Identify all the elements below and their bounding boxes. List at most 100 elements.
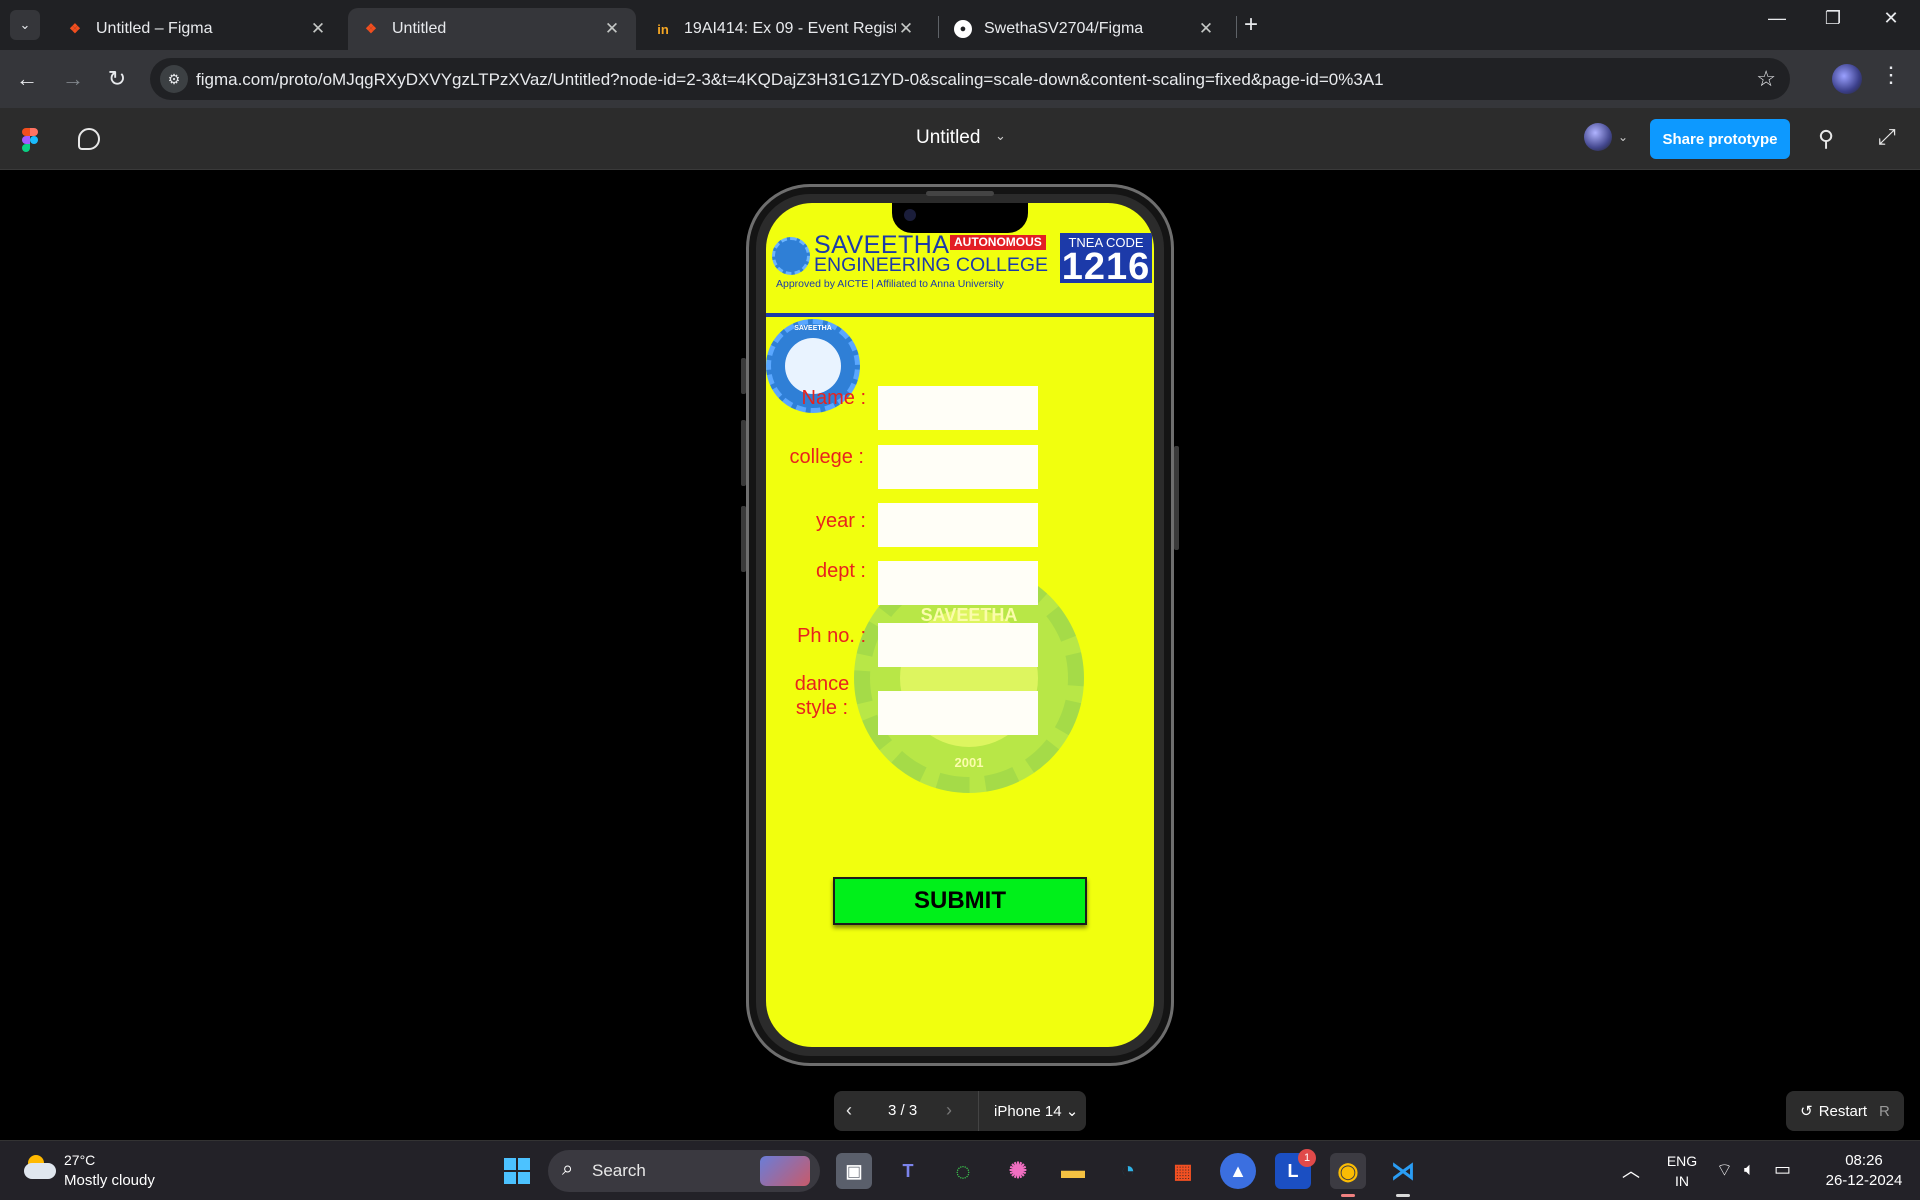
address-bar[interactable]: ⚙ figma.com/proto/oMJqgRXyDXVYgzLTPzXVaz… bbox=[150, 58, 1790, 100]
chevron-down-icon: ⌄ bbox=[1065, 1103, 1079, 1120]
running-app-indicator bbox=[1396, 1194, 1410, 1197]
search-icon: ⌕ bbox=[562, 1158, 574, 1180]
in-icon: in bbox=[657, 21, 669, 37]
app-triangle-icon[interactable]: ▲ bbox=[1220, 1153, 1256, 1189]
site-settings-icon[interactable]: ⚙ bbox=[160, 65, 188, 93]
submit-button[interactable]: SUBMIT bbox=[833, 877, 1087, 925]
autonomous-badge: AUTONOMOUS bbox=[950, 235, 1046, 250]
file-explorer-icon[interactable]: ▬ bbox=[1055, 1153, 1091, 1189]
college-field[interactable] bbox=[878, 445, 1038, 489]
tab-untitled-prototype[interactable]: ❖ Untitled ✕ bbox=[348, 8, 636, 50]
search-label: Search bbox=[592, 1161, 646, 1180]
frame-counter: 3 / 3 bbox=[888, 1102, 918, 1119]
dance-style-field[interactable] bbox=[878, 691, 1038, 735]
copilot-icon[interactable]: ✺ bbox=[1000, 1153, 1036, 1189]
browser-toolbar: ← → ↻ ⚙ figma.com/proto/oMJqgRXyDXVYgzLT… bbox=[0, 50, 1920, 108]
restart-button[interactable]: ↺ Restart R bbox=[1786, 1091, 1904, 1131]
github-icon: ● bbox=[954, 20, 972, 38]
task-view-icon[interactable]: ▣ bbox=[836, 1153, 872, 1189]
close-icon[interactable]: ✕ bbox=[308, 19, 328, 39]
tab-github[interactable]: ● SwethaSV2704/Figma ✕ bbox=[940, 8, 1230, 50]
viewer-avatar[interactable] bbox=[1584, 123, 1612, 151]
tab-event-registration[interactable]: in 19AI414: Ex 09 - Event Registrat ✕ bbox=[640, 8, 930, 50]
more-menu-icon[interactable]: ⋮ bbox=[1880, 62, 1902, 88]
new-tab-button[interactable]: + bbox=[1244, 11, 1258, 39]
profile-avatar[interactable] bbox=[1832, 64, 1862, 94]
windows-start-icon[interactable] bbox=[499, 1153, 535, 1189]
restart-label: Restart bbox=[1818, 1102, 1868, 1120]
phone-notch bbox=[892, 203, 1028, 233]
language-indicator[interactable]: ENG IN bbox=[1664, 1151, 1700, 1191]
phone-speaker bbox=[926, 191, 994, 196]
phone-screen: SAVEETHA AUTONOMOUS ENGINEERING COLLEGE … bbox=[766, 203, 1154, 1047]
fullscreen-icon[interactable]: ⤢ bbox=[1878, 124, 1896, 150]
weather-temperature[interactable]: 27°C bbox=[64, 1152, 95, 1168]
college-label: college : bbox=[789, 446, 865, 468]
forward-arrow-icon[interactable]: → bbox=[58, 64, 88, 94]
dept-label: dept : bbox=[815, 560, 866, 582]
figma-logo-icon[interactable] bbox=[22, 128, 38, 152]
year-label: year : bbox=[815, 510, 866, 532]
edge-icon[interactable]: ◔ bbox=[1110, 1153, 1146, 1189]
chevron-down-icon[interactable]: ⌄ bbox=[995, 128, 1006, 144]
store-icon[interactable]: ▦ bbox=[1165, 1153, 1201, 1189]
volume-icon[interactable]: 🔈︎ bbox=[1744, 1159, 1755, 1180]
tab-search-button[interactable]: ⌄ bbox=[10, 10, 40, 40]
chevron-right-icon[interactable]: › bbox=[946, 1100, 952, 1121]
dept-field[interactable] bbox=[878, 561, 1038, 605]
tab-title: Untitled bbox=[392, 20, 447, 37]
chrome-icon[interactable]: ◉ bbox=[1330, 1153, 1366, 1189]
chevron-down-icon[interactable]: ⌄ bbox=[1618, 130, 1628, 144]
tab-title: SwethaSV2704/Figma bbox=[984, 20, 1144, 37]
vscode-icon[interactable]: ⋊ bbox=[1385, 1153, 1421, 1189]
close-icon[interactable]: ✕ bbox=[602, 19, 622, 39]
reload-icon[interactable]: ↻ bbox=[102, 64, 132, 94]
document-title[interactable]: Untitled bbox=[916, 127, 980, 149]
emblem-text: SAVEETHA bbox=[794, 325, 832, 332]
wifi-icon[interactable]: ⌔ bbox=[1716, 1159, 1733, 1182]
taskbar-search[interactable]: ⌕ Search bbox=[548, 1150, 820, 1192]
settings-sliders-icon[interactable]: ⚲ bbox=[1818, 126, 1834, 152]
chevron-left-icon[interactable]: ‹ bbox=[846, 1100, 852, 1121]
name-field[interactable] bbox=[878, 386, 1038, 430]
search-highlight-icon bbox=[760, 1156, 810, 1186]
weather-condition[interactable]: Mostly cloudy bbox=[64, 1172, 155, 1189]
phone-label: Ph no. : bbox=[797, 625, 866, 647]
window-close-icon[interactable]: ✕ bbox=[1871, 8, 1911, 29]
college-name-line2: ENGINEERING COLLEGE bbox=[814, 254, 1049, 276]
restart-icon: ↺ bbox=[1800, 1103, 1813, 1120]
share-prototype-button[interactable]: Share prototype bbox=[1650, 119, 1790, 159]
weather-cloudy-icon[interactable] bbox=[24, 1155, 56, 1179]
tab-divider bbox=[1236, 16, 1237, 38]
year-field[interactable] bbox=[878, 503, 1038, 547]
figma-icon: ❖ bbox=[365, 21, 377, 36]
tab-divider bbox=[938, 16, 939, 38]
battery-icon[interactable]: ▭ bbox=[1774, 1159, 1791, 1180]
teams-icon[interactable]: T bbox=[890, 1153, 926, 1189]
device-select[interactable]: iPhone 14 ⌄ bbox=[994, 1102, 1078, 1120]
device-name: iPhone 14 bbox=[994, 1103, 1062, 1120]
phone-number-field[interactable] bbox=[878, 623, 1038, 667]
tab-figma-editor[interactable]: ❖ Untitled – Figma ✕ bbox=[52, 8, 342, 50]
camera-icon bbox=[904, 209, 916, 221]
comment-icon[interactable] bbox=[78, 128, 100, 150]
active-app-indicator bbox=[1341, 1194, 1355, 1197]
back-arrow-icon[interactable]: ← bbox=[12, 64, 42, 94]
minimize-icon[interactable]: — bbox=[1757, 8, 1797, 29]
figma-prototype-header: Untitled ⌄ ⌄ Share prototype ⚲ ⤢ bbox=[0, 108, 1920, 170]
system-clock[interactable]: 08:26 26-12-2024 bbox=[1820, 1151, 1908, 1191]
chevron-up-icon[interactable]: ︿ bbox=[1622, 1157, 1640, 1183]
college-seal-icon bbox=[772, 237, 810, 275]
close-icon[interactable]: ✕ bbox=[896, 19, 916, 39]
tnea-code-badge: TNEA CODE 1216 bbox=[1060, 233, 1152, 286]
url-text[interactable]: figma.com/proto/oMJqgRXyDXVYgzLTPzXVaz/U… bbox=[196, 70, 1384, 90]
pager-divider bbox=[978, 1091, 979, 1131]
restart-shortcut: R bbox=[1879, 1102, 1890, 1120]
watermark-year: 2001 bbox=[954, 755, 984, 770]
refresh-app-icon[interactable]: ◌ bbox=[945, 1153, 981, 1189]
bookmark-star-icon[interactable]: ☆ bbox=[1756, 66, 1776, 92]
restore-icon[interactable]: ❐ bbox=[1813, 8, 1853, 29]
phone-power-button bbox=[1174, 446, 1179, 550]
approval-text: Approved by AICTE | Affiliated to Anna U… bbox=[776, 278, 1004, 290]
close-icon[interactable]: ✕ bbox=[1196, 19, 1216, 39]
